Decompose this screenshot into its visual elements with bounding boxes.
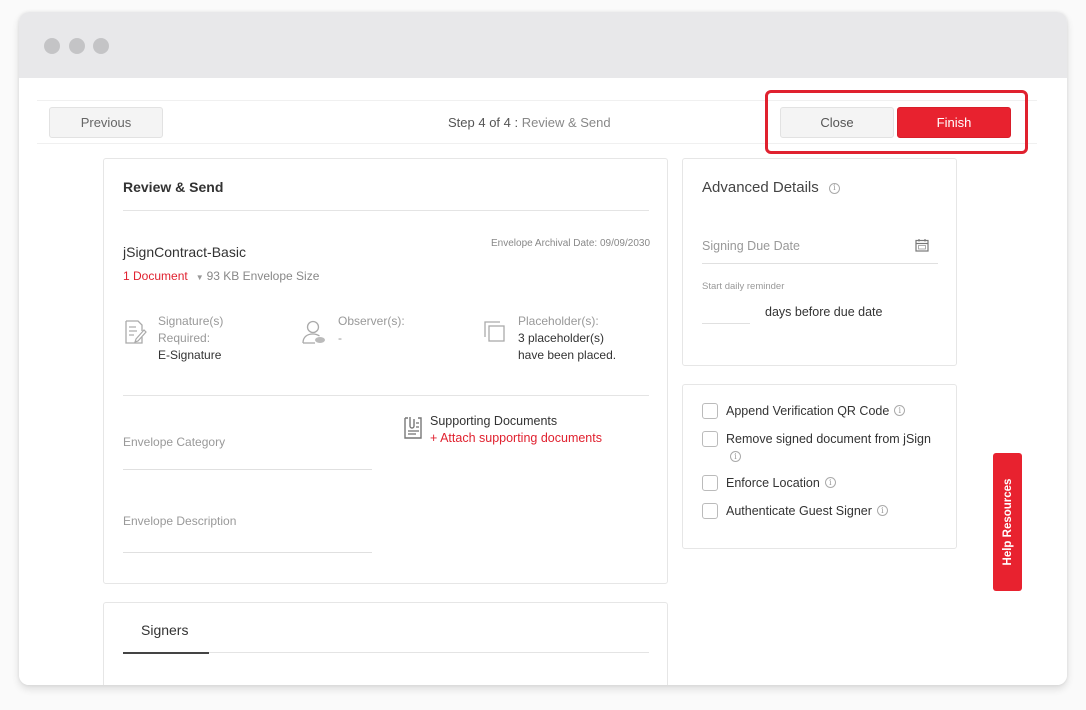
attachment-document-icon	[404, 417, 422, 439]
option-append-qr-code[interactable]: Append Verification QR Code i	[702, 403, 906, 420]
envelope-name: jSignContract-Basic	[123, 244, 246, 260]
finish-button[interactable]: Finish	[897, 107, 1011, 138]
window-maximize-button[interactable]	[93, 38, 109, 54]
option-authenticate-guest-signer[interactable]: Authenticate Guest Signer i	[702, 503, 888, 520]
info-icon[interactable]: i	[824, 477, 836, 488]
app-window: Previous Step 4 of 4 : Review & Send Clo…	[19, 12, 1067, 685]
envelope-category-field[interactable]: Envelope Category	[123, 435, 225, 449]
help-resources-tab[interactable]: Help Resources	[993, 453, 1022, 591]
document-summary: 1 Document ▼ 93 KB Envelope Size	[123, 269, 319, 283]
window-close-button[interactable]	[44, 38, 60, 54]
option-enforce-location[interactable]: Enforce Location i	[702, 475, 836, 492]
signature-type: E-Signature	[158, 348, 222, 362]
option-remove-signed-document[interactable]: Remove signed document from jSign i	[702, 431, 932, 465]
advanced-details-card: Advanced Details i Signing Due Date Star…	[682, 158, 957, 366]
advanced-details-title: Advanced Details i	[702, 179, 840, 196]
placeholders: Placeholder(s): 3 placeholder(s) have be…	[518, 314, 617, 362]
reminder-suffix: days before due date	[765, 305, 883, 319]
review-title: Review & Send	[123, 179, 224, 195]
document-count-link[interactable]: 1 Document	[123, 269, 188, 283]
checkbox[interactable]	[702, 403, 718, 419]
observers-value: -	[338, 331, 342, 345]
info-icon[interactable]: i	[828, 182, 840, 194]
observers: Observer(s): -	[338, 314, 405, 345]
previous-button[interactable]: Previous	[49, 107, 163, 138]
info-icon[interactable]: i	[730, 451, 741, 463]
window-titlebar	[19, 12, 1067, 78]
signatures-required: Signature(s) Required: E-Signature	[158, 314, 224, 362]
signature-document-icon	[125, 320, 147, 344]
review-card: Review & Send jSignContract-Basic Envelo…	[103, 158, 668, 584]
checkbox[interactable]	[702, 475, 718, 491]
step-count: Step 4 of 4 :	[448, 115, 519, 130]
info-icon[interactable]: i	[894, 405, 906, 416]
checkbox[interactable]	[702, 503, 718, 519]
caret-down-icon: ▼	[195, 273, 204, 282]
divider	[209, 652, 649, 653]
calendar-icon[interactable]	[915, 238, 929, 252]
tab-signers[interactable]: Signers	[141, 622, 188, 638]
reminder-label: Start daily reminder	[702, 281, 785, 292]
attach-supporting-documents-link[interactable]: + Attach supporting documents	[430, 431, 602, 445]
reminder-days-input[interactable]	[702, 323, 750, 324]
due-date-underline	[702, 263, 938, 264]
step-indicator: Step 4 of 4 : Review & Send	[448, 115, 611, 130]
signing-due-date-input[interactable]: Signing Due Date	[702, 239, 800, 253]
page-content: Previous Step 4 of 4 : Review & Send Clo…	[19, 78, 1067, 685]
active-tab-indicator	[123, 652, 209, 654]
copy-icon	[484, 321, 505, 342]
envelope-description-underline	[123, 552, 372, 553]
window-minimize-button[interactable]	[69, 38, 85, 54]
user-icon	[302, 320, 325, 344]
envelope-description-field[interactable]: Envelope Description	[123, 514, 236, 528]
divider	[123, 395, 649, 396]
signers-card: Signers	[103, 602, 668, 685]
info-icon[interactable]: i	[876, 505, 888, 516]
checkbox[interactable]	[702, 431, 718, 447]
step-name: Review & Send	[521, 115, 611, 130]
envelope-size: 93 KB Envelope Size	[206, 269, 320, 283]
archival-date: Envelope Archival Date: 09/09/2030	[491, 238, 650, 249]
close-button[interactable]: Close	[780, 107, 894, 138]
divider	[123, 210, 649, 211]
options-card: Append Verification QR Code i Remove sig…	[682, 384, 957, 549]
envelope-category-underline	[123, 469, 372, 470]
supporting-documents-title: Supporting Documents	[430, 414, 558, 428]
